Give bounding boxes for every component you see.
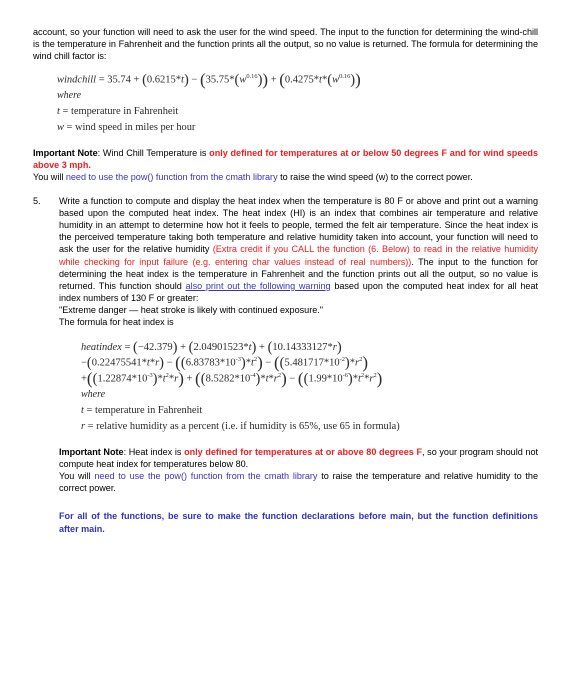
heatindex-c5-mantissa: 5.481717: [284, 357, 324, 369]
windchill-note-second-lead: You will: [33, 172, 66, 183]
intro-paragraph: account, so your function will need to a…: [33, 27, 538, 62]
heatindex-c6-mantissa: 1.22874: [97, 373, 132, 385]
closing-spacer: [59, 494, 538, 510]
windchill-def-t-equals: =: [62, 106, 69, 118]
item5-formula-intro: The formula for heat index is: [59, 316, 174, 327]
windchill-def-w-symbol: w: [57, 122, 64, 134]
heatindex-c8-mantissa: 1.99: [308, 373, 327, 385]
windchill-formula-name: windchill: [57, 74, 97, 86]
heatindex-formula-block: heatindex = (−42.379) + (2.04901523*t) +…: [59, 340, 538, 388]
heatindex-def-t-meaning: temperature in Fahrenheit: [94, 405, 203, 417]
windchill-t-coefficient: 0.6215: [146, 74, 176, 86]
windchill-tw-coefficient: 0.4275: [284, 74, 314, 86]
windchill-note-lead: Wind Chill Temperature is: [102, 148, 210, 159]
windchill-note-blue-text: need to use the pow() function from the …: [65, 172, 278, 183]
heatindex-def-r-meaning: relative humidity as a percent (i.e. if …: [96, 421, 400, 433]
heatindex-note-blue-text: need to use the pow() function from the …: [94, 471, 318, 482]
heatindex-note-lead: Heat index is: [128, 447, 185, 458]
windchill-def-w-meaning: wind speed in miles per hour: [75, 122, 196, 134]
windchill-def-w-equals: =: [66, 122, 73, 134]
windchill-definition-w: w = wind speed in miles per hour: [57, 120, 538, 136]
windchill-formula-line: windchill = 35.74 + (0.6215*t) − (35.75*…: [57, 70, 361, 90]
item5-blue-underline: also print out the following warning: [185, 280, 331, 291]
heatindex-c0: 42.379: [143, 341, 173, 353]
heatindex-def-r-symbol: r: [81, 421, 86, 433]
windchill-exponent-1: 0.16: [246, 73, 258, 81]
heatindex-formula-name: heatindex: [81, 341, 122, 353]
heatindex-note-label: Important Note: [59, 447, 124, 458]
heatindex-c4-mantissa: 6.83783: [185, 357, 220, 369]
heatindex-formula-line-1: heatindex = (−42.379) + (2.04901523*t) +…: [81, 339, 342, 356]
windchill-constant: 35.74: [107, 74, 131, 86]
heatindex-definition-t: t = temperature in Fahrenheit: [81, 403, 538, 419]
document-page: account, so your function will need to a…: [0, 0, 568, 700]
heatindex-where-label: where: [81, 389, 106, 401]
heatindex-c3: 0.22475541: [91, 357, 142, 369]
heatindex-c1: 2.04901523: [193, 341, 244, 353]
heatindex-c2: 10.14333127: [272, 341, 328, 353]
heatindex-def-r-equals: =: [87, 421, 94, 433]
heatindex-definition-r: r = relative humidity as a percent (i.e.…: [81, 419, 538, 435]
closing-note: For all of the functions, be sure to mak…: [59, 511, 538, 534]
windchill-definition-t: t = temperature in Fahrenheit: [57, 104, 538, 120]
windchill-formula-block: windchill = 35.74 + (0.6215*t) − (35.75*…: [33, 70, 538, 90]
heatindex-note-line1: Important Note: Heat index is only defin…: [59, 446, 538, 470]
heatindex-formula-line-3: +((1.22874*10-3)*t2*r) + ((8.5282*10-4)*…: [81, 369, 383, 389]
windchill-note-label: Important Note: [33, 148, 98, 159]
windchill-where-label: where: [57, 90, 82, 102]
heatindex-note-red-text: only defined for temperatures at or abov…: [184, 447, 422, 458]
heatindex-formula-line-2: −(0.22475541*t*r) − ((6.83783*10-3)*t2) …: [81, 353, 368, 373]
windchill-w-coefficient: 35.75: [205, 74, 230, 86]
item5-warning-quote: "Extreme danger — heat stroke is likely …: [59, 304, 323, 315]
list-item-5-number: 5.: [33, 196, 41, 207]
heatindex-where-block: where t = temperature in Fahrenheit r = …: [59, 387, 538, 435]
windchill-def-t-meaning: temperature in Fahrenheit: [70, 106, 179, 118]
heatindex-def-t-equals: =: [86, 405, 93, 417]
list-item-5: 5. Write a function to compute and displ…: [33, 195, 538, 534]
windchill-note-second-tail: to raise the wind speed (w) to the corre…: [277, 172, 473, 183]
heatindex-note-line2: You will need to use the pow() function …: [59, 470, 538, 494]
windchill-note-line1: Important Note: Wind Chill Temperature i…: [33, 147, 538, 171]
item5-main-paragraph: Write a function to compute and display …: [59, 195, 538, 303]
windchill-important-note: Important Note: Wind Chill Temperature i…: [33, 147, 538, 183]
list-item-5-body: Write a function to compute and display …: [59, 195, 538, 534]
heatindex-note-second-lead: You will: [59, 471, 95, 482]
windchill-note-line2: You will need to use the pow() function …: [33, 171, 538, 183]
windchill-exponent-2: 0.16: [339, 73, 351, 81]
heatindex-def-t-symbol: t: [81, 405, 84, 417]
windchill-def-t-symbol: t: [57, 106, 60, 118]
heatindex-c7-mantissa: 8.5282: [205, 373, 235, 385]
windchill-where-block: where t = temperature in Fahrenheit w = …: [33, 88, 538, 136]
heatindex-important-note: Important Note: Heat index is only defin…: [59, 446, 538, 494]
